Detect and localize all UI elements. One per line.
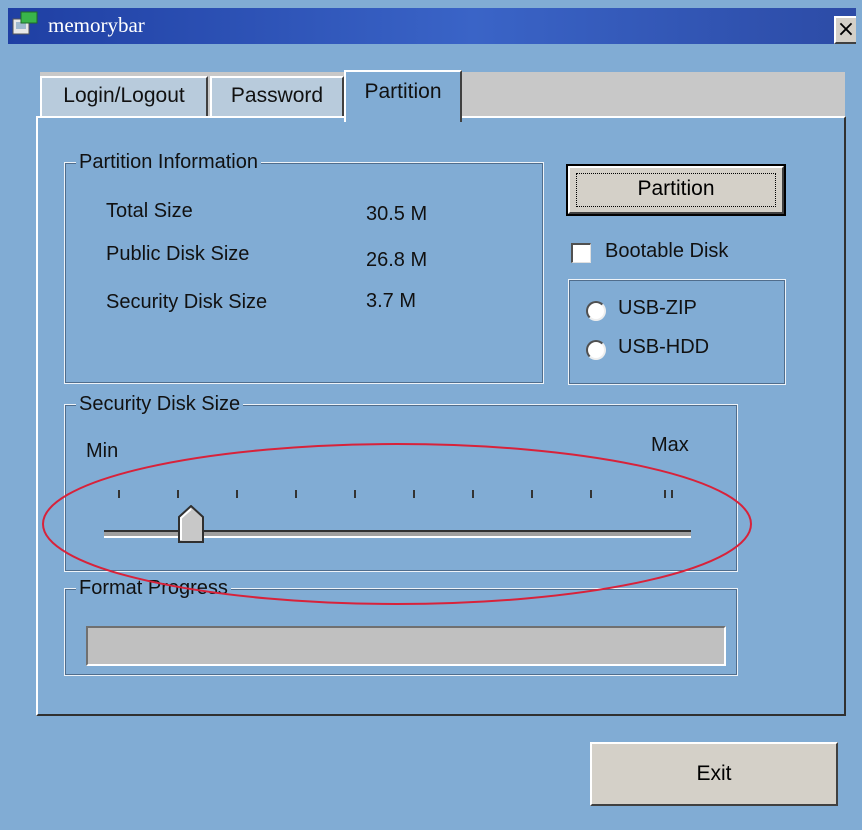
slider-tick [295,490,297,498]
slider-tick [354,490,356,498]
focus-rectangle [576,173,776,207]
usb-hdd-radio[interactable] [586,340,606,360]
memorybar-app-icon [12,11,38,35]
exit-button-label: Exit [696,762,732,785]
close-button[interactable]: × [834,16,856,44]
tab-password[interactable]: Password [210,76,344,116]
title-bar[interactable]: memorybar × [8,8,856,44]
slider-tick [177,490,179,498]
public-disk-size-value: 26.8 M [366,249,428,271]
security-disk-size-label: Security Disk Size [106,291,268,313]
slider-tick [671,490,673,498]
tab-label: Login/Logout [63,84,185,107]
slider-thumb-icon[interactable] [177,505,205,543]
tab-label: Password [230,84,324,107]
close-icon: × [836,17,856,42]
partition-info-legend: Partition Information [76,151,261,174]
usb-zip-radio[interactable] [586,301,606,321]
slider-tick [531,490,533,498]
usb-hdd-label[interactable]: USB-HDD [618,336,709,359]
usb-zip-label[interactable]: USB-ZIP [618,297,697,320]
bootable-disk-checkbox[interactable] [571,243,591,263]
format-progress-bar [86,626,726,666]
tab-label: Partition [364,80,442,103]
slider-tick [472,490,474,498]
partition-info-group [64,162,544,384]
slider-tick [118,490,120,498]
total-size-label: Total Size [106,200,193,222]
memorybar-window: memorybar × Login/Logout Password Partit… [0,0,862,830]
partition-button[interactable]: Partition [566,164,786,216]
security-size-group [64,404,738,572]
slider-tick [590,490,592,498]
tab-partition[interactable]: Partition [344,70,462,122]
total-size-value: 30.5 M [366,203,428,225]
security-disk-size-value: 3.7 M [366,290,417,312]
exit-button[interactable]: Exit [590,742,838,806]
slider-max-label: Max [651,434,689,456]
bootable-disk-label[interactable]: Bootable Disk [605,240,728,263]
public-disk-size-label: Public Disk Size [106,243,250,265]
security-size-legend: Security Disk Size [76,393,244,416]
format-progress-legend: Format Progress [76,577,231,600]
tab-login-logout[interactable]: Login/Logout [40,76,208,116]
window-title: memorybar [48,13,145,37]
usb-mode-group [568,279,786,385]
slider-tick [236,490,238,498]
slider-min-label: Min [86,440,119,462]
slider-tick [664,490,666,498]
slider-tick [413,490,415,498]
